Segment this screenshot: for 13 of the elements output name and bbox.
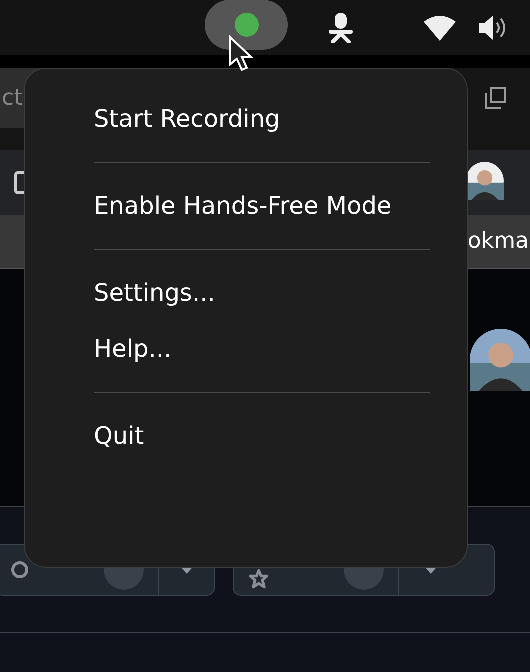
microphone-icon (327, 12, 355, 42)
circle-icon (10, 560, 30, 580)
star-icon (248, 568, 270, 590)
wifi-icon (424, 14, 456, 40)
menu-item[interactable]: Start Recording (25, 91, 467, 147)
menu-item[interactable]: Enable Hands-Free Mode (25, 178, 467, 234)
indicator-button[interactable] (205, 0, 288, 50)
menu-item[interactable]: Quit (25, 408, 467, 464)
status-dot-icon (234, 13, 258, 37)
menu-item[interactable]: Settings... (25, 265, 467, 321)
bookmark-label[interactable]: okma (468, 229, 529, 254)
restore-window-icon[interactable] (485, 87, 507, 109)
menu-item[interactable]: Help... (25, 321, 467, 377)
